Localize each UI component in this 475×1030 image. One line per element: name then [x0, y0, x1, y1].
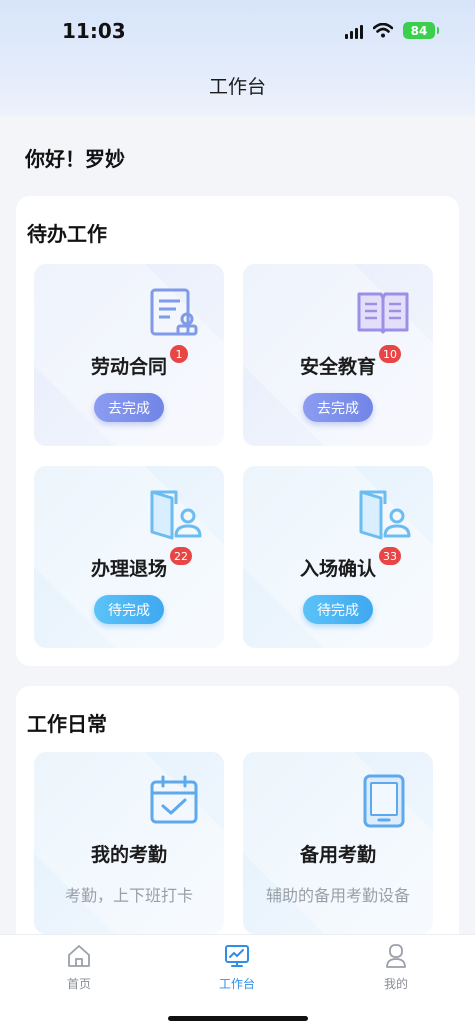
status-time: 11:03: [62, 19, 126, 43]
battery-icon: 84: [403, 22, 439, 39]
home-icon: [68, 945, 90, 967]
wifi-icon: [373, 23, 393, 38]
book-icon: [357, 292, 409, 334]
todo-tile-contract[interactable]: 劳动合同 1 去完成: [34, 264, 224, 446]
tile-label: 劳动合同: [90, 356, 167, 378]
badge-count: 33: [379, 547, 401, 565]
calendar-check-icon: [150, 775, 198, 824]
signal-icon: [345, 23, 363, 39]
daily-title: 工作日常: [27, 712, 107, 736]
badge-count: 22: [170, 547, 192, 565]
tile-label: 我的考勤: [90, 844, 167, 866]
todo-tile-entry[interactable]: 入场确认 33 待完成: [243, 466, 433, 648]
daily-card: 工作日常 我的考勤 考勤，上下班打卡 备用考勤 辅助的备用考勤设备: [16, 686, 459, 946]
pending-button[interactable]: 待完成: [94, 595, 164, 624]
tile-label: 安全教育: [299, 356, 376, 378]
tab-label: 我的: [383, 977, 408, 991]
tab-workbench[interactable]: 工作台: [192, 943, 282, 992]
todo-title: 待办工作: [27, 222, 107, 246]
tile-label: 备用考勤: [299, 844, 376, 866]
todo-card: 待办工作 劳动合同 1 去完成 安全教育 10 去完成 办理退场 22 待完成 …: [16, 196, 459, 666]
tile-label: 入场确认: [299, 558, 376, 580]
complete-button[interactable]: 去完成: [303, 393, 373, 422]
home-indicator: [168, 1016, 308, 1021]
tablet-icon: [363, 774, 405, 828]
daily-tile-backup-attendance[interactable]: 备用考勤 辅助的备用考勤设备: [243, 752, 433, 934]
status-icons: 84: [345, 22, 439, 39]
todo-tile-exit[interactable]: 办理退场 22 待完成: [34, 466, 224, 648]
complete-button[interactable]: 去完成: [94, 393, 164, 422]
page-title: 工作台: [208, 76, 266, 98]
tab-label: 首页: [66, 977, 91, 991]
tile-description: 考勤，上下班打卡: [64, 886, 193, 905]
tile-label: 办理退场: [90, 558, 167, 580]
tab-label: 工作台: [218, 977, 255, 991]
user-icon: [386, 944, 406, 968]
contract-icon: [150, 288, 198, 336]
monitor-icon: [225, 945, 249, 967]
door-person-icon: [359, 490, 411, 540]
header: 11:03 84 工作台: [0, 0, 475, 116]
greeting: 你好！罗妙: [25, 147, 125, 171]
door-person-icon: [150, 490, 202, 540]
badge-count: 10: [379, 345, 401, 363]
tab-home[interactable]: 首页: [34, 943, 124, 992]
battery-level: 84: [410, 23, 428, 38]
badge-count: 1: [170, 345, 188, 363]
app-screen: 11:03 84 工作台 你好！罗妙 待办工作 劳动合同 1 去完成 安全教育 …: [0, 0, 475, 1030]
todo-tile-safety[interactable]: 安全教育 10 去完成: [243, 264, 433, 446]
pending-button[interactable]: 待完成: [303, 595, 373, 624]
daily-tile-attendance[interactable]: 我的考勤 考勤，上下班打卡: [34, 752, 224, 934]
tile-description: 辅助的备用考勤设备: [265, 886, 410, 905]
tab-mine[interactable]: 我的: [351, 943, 441, 992]
